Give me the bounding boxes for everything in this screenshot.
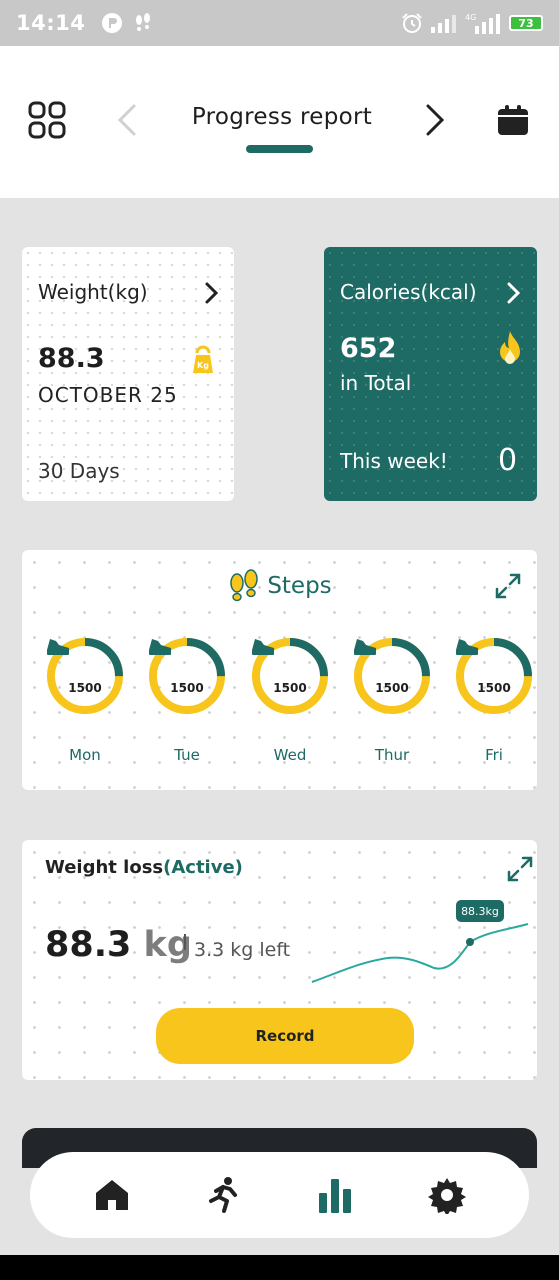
weight-loss-card[interactable]: Weight loss(Active) 88.3 kg 3.3 kg left …: [22, 840, 537, 1080]
steps-ring-value: 1500: [170, 681, 204, 695]
settings-icon[interactable]: [428, 1176, 467, 1214]
expand-icon[interactable]: [505, 854, 535, 884]
weight-card[interactable]: Weight(kg) 88.3 OCTOBER 25 Kg 30 Days: [22, 247, 234, 501]
page-title: Progress report: [191, 104, 373, 130]
steps-ring-wed: 1500: [250, 636, 330, 716]
weight-date: OCTOBER 25: [38, 383, 178, 407]
steps-header: Steps: [22, 566, 537, 606]
steps-ring-value: 1500: [68, 681, 102, 695]
shoe-icon: [252, 639, 274, 655]
system-navigation-bar: [0, 1255, 559, 1280]
steps-ring-mon: 1500: [45, 636, 125, 716]
calories-value: 652: [340, 333, 397, 364]
notification-app-icon: [102, 13, 123, 33]
weight-value: 88.3: [38, 343, 105, 374]
chevron-right-icon[interactable]: [202, 281, 220, 305]
nav-stats[interactable]: [303, 1163, 367, 1227]
status-bar: 14:14 4G 73: [0, 0, 559, 46]
record-button[interactable]: Record: [156, 1008, 414, 1064]
flame-icon: [500, 331, 520, 364]
weight-loss-number: 88.3: [45, 925, 132, 965]
steps-ring-value: 1500: [477, 681, 511, 695]
steps-day-label: Wed: [273, 746, 307, 764]
chevron-right-icon[interactable]: [504, 281, 522, 305]
title-underline: [246, 145, 313, 153]
grid-icon[interactable]: [28, 101, 66, 139]
footprint-notification-icon: [136, 13, 151, 31]
steps-card[interactable]: Steps 1500 Mon 1500 Tue 1500 Wed 1500 Thur 1500 F…: [22, 550, 537, 790]
status-time: 14:14: [16, 11, 86, 35]
steps-day-label: Mon: [69, 746, 101, 764]
steps-ring-value: 1500: [375, 681, 409, 695]
calories-title: Calories(kcal): [340, 280, 477, 304]
calories-total-label: in Total: [340, 371, 412, 395]
steps-ring-tue: 1500: [147, 636, 227, 716]
weight-loss-title-text: Weight loss: [45, 857, 164, 878]
status-system-icons: 4G 73: [401, 12, 543, 34]
steps-ring-thur: 1500: [352, 636, 432, 716]
steps-ring-value: 1500: [273, 681, 307, 695]
kettlebell-icon: Kg: [193, 345, 213, 373]
steps-day-label: Thur: [374, 746, 410, 764]
alarm-icon: [402, 13, 422, 33]
stats-icon[interactable]: [317, 1177, 353, 1213]
nav-exercise[interactable]: [192, 1163, 256, 1227]
weight-tooltip: 88.3kg: [456, 900, 504, 922]
bottom-nav: [30, 1152, 529, 1238]
weight-trend-line: [311, 923, 529, 983]
weight-title: Weight(kg): [38, 280, 148, 304]
weight-loss-title: Weight loss(Active): [45, 857, 243, 878]
signal-icon: [431, 15, 456, 33]
footprints-icon: [230, 569, 259, 602]
svg-text:4G: 4G: [465, 13, 476, 22]
calories-week-label: This week!: [340, 449, 448, 473]
battery-level: 73: [518, 16, 534, 30]
shoe-icon: [456, 639, 478, 655]
nav-settings[interactable]: [415, 1163, 479, 1227]
weight-loss-status: (Active): [163, 857, 243, 878]
weight-loss-separator: [184, 934, 186, 950]
shoe-icon: [149, 639, 171, 655]
svg-text:Kg: Kg: [197, 361, 209, 370]
steps-day-label: Tue: [174, 746, 200, 764]
weight-loss-remaining: 3.3 kg left: [194, 939, 291, 961]
expand-icon[interactable]: [493, 571, 523, 601]
calories-week-value: 0: [498, 443, 518, 478]
calendar-icon[interactable]: [497, 104, 529, 136]
steps-title: Steps: [267, 573, 332, 599]
status-notification-icons: [101, 12, 153, 34]
running-icon[interactable]: [207, 1176, 241, 1214]
battery-icon: 73: [509, 15, 543, 31]
chevron-right-icon[interactable]: [420, 102, 450, 138]
chevron-left-icon[interactable]: [112, 102, 142, 138]
steps-ring-fri: 1500: [454, 636, 534, 716]
steps-day-label: Fri: [485, 746, 503, 764]
app-header: Progress report: [0, 46, 559, 198]
home-icon[interactable]: [94, 1178, 130, 1212]
signal-4g-icon: 4G: [465, 13, 500, 34]
calories-card[interactable]: Calories(kcal) 652 in Total This week! 0: [324, 247, 537, 501]
weight-loss-value: 88.3 kg: [45, 925, 192, 965]
weight-trend-point: [466, 938, 474, 946]
shoe-icon: [47, 639, 69, 655]
weight-days: 30 Days: [38, 459, 120, 483]
nav-home[interactable]: [80, 1163, 144, 1227]
shoe-icon: [354, 639, 376, 655]
